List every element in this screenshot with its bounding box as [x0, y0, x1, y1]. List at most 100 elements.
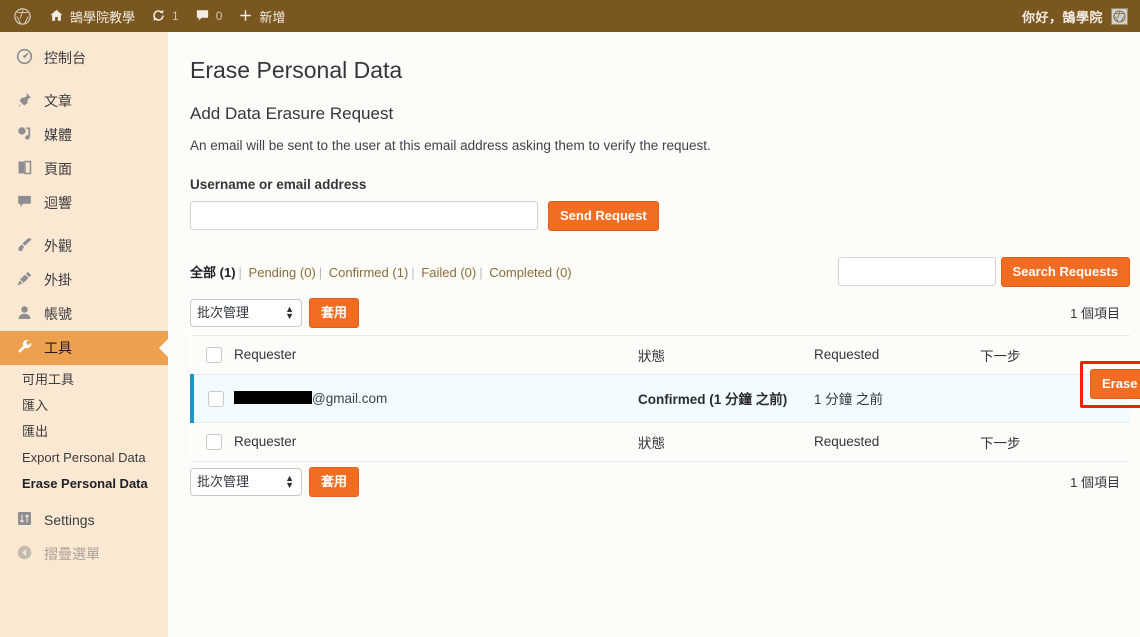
- select-all-header: [192, 335, 234, 375]
- settings-icon: [14, 510, 34, 531]
- filter-link-confirmed[interactable]: Confirmed (1): [329, 265, 408, 280]
- bulk-action-select-top[interactable]: 批次管理: [190, 298, 302, 327]
- sidebar-item-label: 迴響: [44, 195, 72, 211]
- comment-icon: [14, 193, 34, 214]
- row-checkbox[interactable]: [208, 390, 224, 407]
- comment-icon: [195, 8, 210, 25]
- sidebar-item-plugins[interactable]: 外掛: [0, 263, 168, 297]
- user-icon: [14, 304, 34, 325]
- column-header-status[interactable]: 狀態: [638, 335, 814, 375]
- filter-link-pending[interactable]: Pending (0): [249, 265, 316, 280]
- section-description: An email will be sent to the user at thi…: [190, 137, 711, 153]
- site-name-menu[interactable]: 鵠學院教學: [41, 0, 143, 32]
- my-account-menu[interactable]: 你好，鵠學院: [1014, 0, 1140, 32]
- column-footer-requester[interactable]: Requester: [234, 422, 638, 462]
- column-footer-status[interactable]: 狀態: [638, 422, 814, 462]
- username-or-email-input[interactable]: [190, 201, 538, 231]
- sidebar-item-label: 帳號: [44, 306, 72, 322]
- row-requested-cell: 1 分鐘 之前: [814, 374, 980, 423]
- avatar-icon: [1111, 7, 1128, 25]
- sidebar-item-dashboard[interactable]: 控制台: [0, 41, 168, 75]
- bulk-action-select-wrap-bottom: 批次管理 ▲ ▼: [190, 467, 302, 496]
- sidebar-item-users[interactable]: 帳號: [0, 297, 168, 331]
- greeting-label: 你好，鵠學院: [1021, 9, 1103, 25]
- collapse-arrow-icon: [14, 544, 34, 565]
- column-header-requested[interactable]: Requested: [814, 335, 980, 375]
- sidebar-item-tools[interactable]: 工具: [0, 331, 168, 365]
- apply-bulk-action-button-top[interactable]: 套用: [309, 297, 360, 328]
- sidebar-item-appearance[interactable]: 外觀: [0, 229, 168, 263]
- new-content-menu[interactable]: 新增: [230, 0, 293, 32]
- sidebar-item-label: 外觀: [44, 238, 72, 254]
- submenu-item-export-personal-data[interactable]: Export Personal Data: [0, 445, 168, 471]
- search-input[interactable]: [837, 257, 996, 287]
- media-icon: [14, 125, 34, 146]
- bulk-actions-bottom: 批次管理 ▲ ▼ 套用: [190, 466, 360, 497]
- sidebar-item-comments[interactable]: 迴響: [0, 186, 168, 220]
- filter-link-all[interactable]: 全部 (1): [190, 265, 236, 280]
- submenu-item-erase-personal-data[interactable]: Erase Personal Data: [0, 471, 168, 497]
- pin-icon: [14, 91, 34, 112]
- list-toolbar-row: 全部 (1) | Pending (0) | Confirmed (1) | Fail…: [190, 256, 1130, 287]
- sidebar-item-settings[interactable]: Settings: [0, 503, 168, 537]
- wordpress-logo-icon[interactable]: [0, 0, 41, 32]
- requester-email-suffix: @gmail.com: [312, 390, 388, 406]
- submenu-item-import[interactable]: 匯入: [0, 393, 168, 419]
- requests-table: Requester 狀態 Requested 下一步 @gmail.com Co…: [190, 334, 1140, 462]
- sidebar-item-label: 文章: [44, 93, 72, 109]
- submenu-item-available-tools[interactable]: 可用工具: [0, 367, 168, 393]
- admin-sidebar: 控制台 文章 媒體 頁面 迴響 外觀 外掛 帳號 工具 可用工具 匯入 匯出 E…: [0, 32, 168, 637]
- table-head: Requester 狀態 Requested 下一步: [192, 335, 1130, 375]
- tablenav-top: 批次管理 ▲ ▼ 套用 1 個項目: [190, 297, 1130, 329]
- erase-personal-data-button[interactable]: Erase Personal Data: [1090, 368, 1140, 399]
- row-select-cell: [190, 374, 234, 423]
- sidebar-item-label: 外掛: [44, 272, 72, 288]
- tablenav-bottom: 批次管理 ▲ ▼ 套用 1 個項目: [190, 466, 1130, 498]
- comments-count: 0: [215, 9, 223, 23]
- collapse-menu-button[interactable]: 摺疊選單: [0, 537, 168, 571]
- status-filter-links: 全部 (1) | Pending (0) | Confirmed (1) | Fail…: [190, 264, 572, 280]
- column-footer-next-steps: 下一步: [980, 422, 1130, 462]
- item-count-top: 1 個項目: [1070, 306, 1120, 322]
- row-status-cell: Confirmed (1 分鐘 之前): [638, 374, 814, 423]
- select-all-checkbox-top[interactable]: [206, 347, 222, 364]
- select-all-checkbox-bottom[interactable]: [206, 434, 222, 451]
- search-box: Search Requests: [837, 256, 1130, 287]
- sidebar-item-pages[interactable]: 頁面: [0, 152, 168, 186]
- column-footer-requested[interactable]: Requested: [814, 422, 980, 462]
- menu-spacer: [0, 220, 168, 229]
- active-menu-arrow: [159, 339, 168, 357]
- redacted-email-bar: [234, 390, 312, 404]
- sidebar-item-label: 控制台: [44, 50, 86, 66]
- bulk-action-select-bottom[interactable]: 批次管理: [190, 467, 302, 496]
- item-count-bottom: 1 個項目: [1070, 475, 1120, 491]
- send-request-button[interactable]: Send Request: [548, 200, 659, 231]
- filter-link-completed[interactable]: Completed (0): [489, 265, 571, 280]
- table-header-row: Requester 狀態 Requested 下一步: [192, 335, 1130, 375]
- page-title: Erase Personal Data: [190, 57, 403, 83]
- username-or-email-label: Username or email address: [190, 176, 367, 192]
- search-requests-button[interactable]: Search Requests: [1000, 256, 1130, 287]
- sidebar-item-posts[interactable]: 文章: [0, 84, 168, 118]
- column-header-requester[interactable]: Requester: [234, 335, 638, 375]
- menu-spacer: [0, 32, 168, 41]
- table-footer-row: Requester 狀態 Requested 下一步: [192, 422, 1130, 462]
- sidebar-item-label: 工具: [44, 340, 72, 356]
- filter-link-failed[interactable]: Failed (0): [421, 265, 476, 280]
- plugin-icon: [14, 270, 34, 291]
- sidebar-item-media[interactable]: 媒體: [0, 118, 168, 152]
- bulk-actions-top: 批次管理 ▲ ▼ 套用: [190, 297, 360, 328]
- section-title: Add Data Erasure Request: [190, 103, 394, 123]
- submenu-item-export[interactable]: 匯出: [0, 419, 168, 445]
- table-foot: Requester 狀態 Requested 下一步: [192, 422, 1130, 462]
- apply-bulk-action-button-bottom[interactable]: 套用: [309, 466, 360, 497]
- request-form-row: Send Request: [190, 200, 1130, 231]
- plus-icon: [238, 8, 253, 25]
- main-content: Erase Personal Data Add Data Erasure Req…: [168, 32, 1140, 637]
- appearance-brush-icon: [14, 236, 34, 257]
- table-body: @gmail.com Confirmed (1 分鐘 之前) 1 分鐘 之前 E…: [190, 360, 1140, 423]
- tools-wrench-icon: [14, 338, 34, 359]
- updates-count: 1: [172, 9, 179, 23]
- updates-menu[interactable]: 1: [143, 0, 187, 32]
- comments-menu[interactable]: 0: [187, 0, 231, 32]
